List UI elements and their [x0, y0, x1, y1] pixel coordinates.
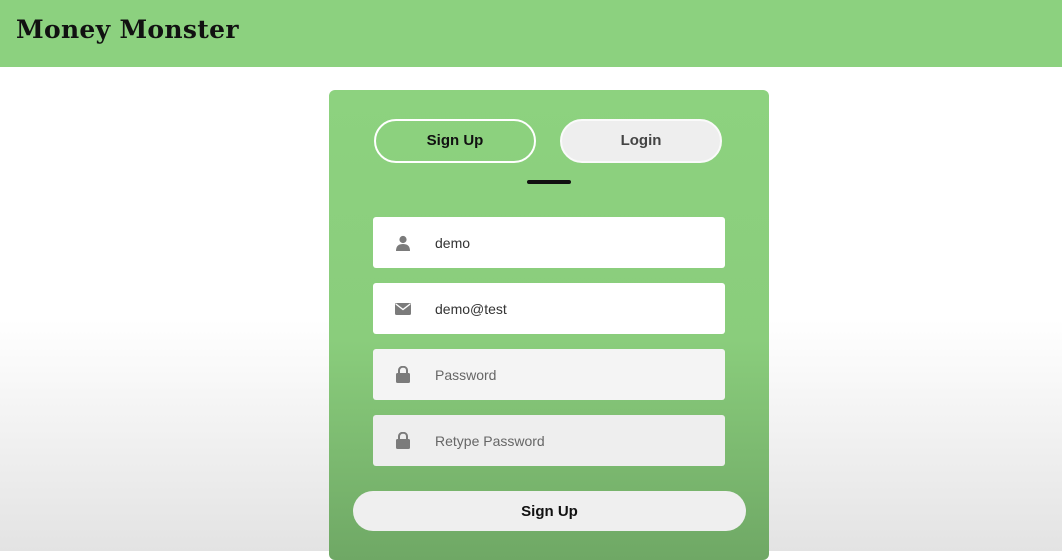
retype-password-field[interactable]: [373, 415, 725, 466]
password-field[interactable]: [373, 349, 725, 400]
email-field[interactable]: [373, 283, 725, 334]
app-header: Money Monster: [0, 0, 1062, 67]
lock-icon: [393, 431, 413, 451]
username-field[interactable]: [373, 217, 725, 268]
email-input[interactable]: [433, 292, 707, 325]
tab-sign-up[interactable]: Sign Up: [374, 119, 536, 163]
envelope-icon: [393, 299, 413, 319]
retype-password-input[interactable]: [433, 424, 707, 457]
tab-login[interactable]: Login: [560, 119, 722, 163]
lock-icon: [393, 365, 413, 385]
sign-up-button[interactable]: Sign Up: [353, 491, 746, 531]
app-title: Money Monster: [16, 15, 239, 44]
active-tab-indicator: [527, 180, 571, 184]
username-input[interactable]: [433, 226, 707, 259]
password-input[interactable]: [433, 358, 707, 391]
auth-card: Sign Up Login demo demo@test Sign Up: [329, 90, 769, 560]
user-icon: [393, 233, 413, 253]
